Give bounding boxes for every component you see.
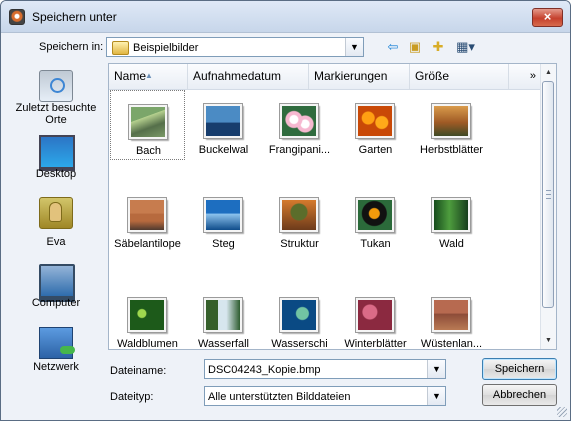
place-label: Eva bbox=[46, 236, 66, 248]
cancel-button[interactable]: Abbrechen bbox=[482, 384, 557, 406]
view-menu-icon[interactable]: ▦▾ bbox=[453, 39, 478, 57]
place-desktop[interactable]: Desktop bbox=[9, 135, 103, 180]
thumbnail-item[interactable]: Waldblumen bbox=[110, 284, 185, 349]
scroll-down-icon[interactable]: ▼ bbox=[541, 332, 556, 349]
thumbnail-label: Wüstenlan... bbox=[420, 338, 483, 350]
user-folder-icon bbox=[39, 197, 73, 229]
thumbnail-item[interactable]: Wüstenlan... bbox=[414, 284, 489, 349]
column-name[interactable]: ▲ Name bbox=[109, 64, 188, 89]
thumbnail-item[interactable]: Wald bbox=[414, 184, 489, 254]
image-thumbnail bbox=[431, 103, 471, 139]
thumbnail-item[interactable]: Wasserschi bbox=[262, 284, 337, 349]
image-thumbnail bbox=[355, 297, 395, 333]
application-icon bbox=[9, 9, 25, 25]
filename-field[interactable]: DSC04243_Kopie.bmp ▼ bbox=[204, 359, 446, 379]
place-label: Netzwerk bbox=[33, 361, 79, 373]
save-in-value: Beispielbilder bbox=[133, 42, 199, 54]
thumbnail-label: Wald bbox=[439, 238, 464, 250]
thumbnail-item[interactable]: Struktur bbox=[262, 184, 337, 254]
folder-icon bbox=[112, 41, 129, 55]
filetype-label: Dateityp: bbox=[110, 391, 154, 403]
column-capture-date[interactable]: Aufnahmedatum bbox=[188, 64, 309, 89]
sort-ascending-icon: ▲ bbox=[145, 71, 153, 80]
save-in-label: Speichern in: bbox=[39, 41, 104, 53]
image-thumbnail bbox=[279, 197, 319, 233]
network-icon bbox=[39, 327, 75, 359]
thumbnail-item[interactable]: Herbstblätter bbox=[414, 90, 489, 160]
filename-value: DSC04243_Kopie.bmp bbox=[208, 364, 321, 376]
place-recent[interactable]: Zuletzt besuchte Orte bbox=[9, 70, 103, 130]
column-tags[interactable]: Markierungen bbox=[309, 64, 410, 89]
image-thumbnail bbox=[279, 297, 319, 333]
save-as-dialog: Speichern unter × Speichern in: Beispiel… bbox=[0, 0, 571, 421]
thumbnail-item[interactable]: Frangipani... bbox=[262, 90, 337, 160]
place-label: Computer bbox=[31, 297, 81, 309]
places-bar: Zuletzt besuchte Orte Desktop Eva Comput… bbox=[9, 63, 103, 391]
close-button[interactable]: × bbox=[532, 8, 563, 27]
recent-places-icon bbox=[39, 70, 73, 102]
place-user[interactable]: Eva bbox=[9, 197, 103, 248]
image-thumbnail bbox=[127, 297, 167, 333]
image-thumbnail bbox=[355, 197, 395, 233]
image-thumbnail bbox=[203, 103, 243, 139]
save-button[interactable]: Speichern bbox=[482, 358, 557, 380]
chevron-down-icon[interactable]: ▼ bbox=[345, 38, 363, 56]
thumbnail-label: Herbstblätter bbox=[420, 144, 483, 156]
scroll-up-icon[interactable]: ▲ bbox=[541, 64, 556, 81]
thumbnail-item[interactable]: Steg bbox=[186, 184, 261, 254]
thumbnail-item[interactable]: Garten bbox=[338, 90, 413, 160]
image-thumbnail bbox=[431, 297, 471, 333]
title-bar: Speichern unter × bbox=[1, 1, 570, 33]
place-label: Zuletzt besuchte Orte bbox=[15, 102, 97, 126]
filename-label: Dateiname: bbox=[110, 365, 167, 377]
filetype-value: Alle unterstützten Bilddateien bbox=[208, 391, 351, 403]
vertical-scrollbar[interactable]: ▲ ▼ bbox=[540, 64, 556, 349]
thumbnail-item[interactable]: Winterblätter bbox=[338, 284, 413, 349]
up-folder-icon[interactable]: ▣ bbox=[406, 39, 424, 57]
image-thumbnail bbox=[203, 297, 243, 333]
place-label: Desktop bbox=[35, 168, 77, 180]
place-computer[interactable]: Computer bbox=[9, 264, 103, 314]
image-thumbnail bbox=[279, 103, 319, 139]
thumbnail-item[interactable]: Säbelantilope bbox=[110, 184, 185, 254]
scroll-grip-icon bbox=[546, 190, 551, 199]
thumbnail-item[interactable]: Buckelwal bbox=[186, 90, 261, 160]
save-in-dropdown[interactable]: Beispielbilder ▼ bbox=[106, 37, 364, 57]
new-folder-icon[interactable]: ✚ bbox=[429, 39, 447, 57]
thumbnail-item[interactable]: Tukan bbox=[338, 184, 413, 254]
thumbnail-item[interactable]: Wasserfall bbox=[186, 284, 261, 349]
image-thumbnail bbox=[203, 197, 243, 233]
filetype-dropdown[interactable]: Alle unterstützten Bilddateien ▼ bbox=[204, 386, 446, 406]
file-list[interactable]: ▲ Name Aufnahmedatum Markierungen Größe … bbox=[108, 63, 557, 350]
more-columns-button[interactable]: » bbox=[530, 64, 536, 89]
back-arrow-icon[interactable]: ⇦ bbox=[384, 39, 402, 57]
image-thumbnail bbox=[128, 104, 168, 140]
image-thumbnail bbox=[431, 197, 471, 233]
thumbnail-item[interactable]: Bach bbox=[110, 90, 185, 160]
scroll-thumb[interactable] bbox=[542, 81, 554, 308]
column-header: ▲ Name Aufnahmedatum Markierungen Größe … bbox=[109, 64, 542, 90]
place-network[interactable]: Netzwerk bbox=[9, 327, 103, 377]
desktop-icon bbox=[39, 135, 75, 171]
chevron-down-icon[interactable]: ▼ bbox=[427, 387, 445, 405]
column-label: Name bbox=[114, 69, 147, 83]
window-title: Speichern unter bbox=[32, 10, 117, 24]
image-thumbnail bbox=[355, 103, 395, 139]
resize-grip-icon[interactable] bbox=[557, 407, 567, 417]
column-size[interactable]: Größe bbox=[410, 64, 509, 89]
chevron-down-icon[interactable]: ▼ bbox=[427, 360, 445, 378]
image-thumbnail bbox=[127, 197, 167, 233]
